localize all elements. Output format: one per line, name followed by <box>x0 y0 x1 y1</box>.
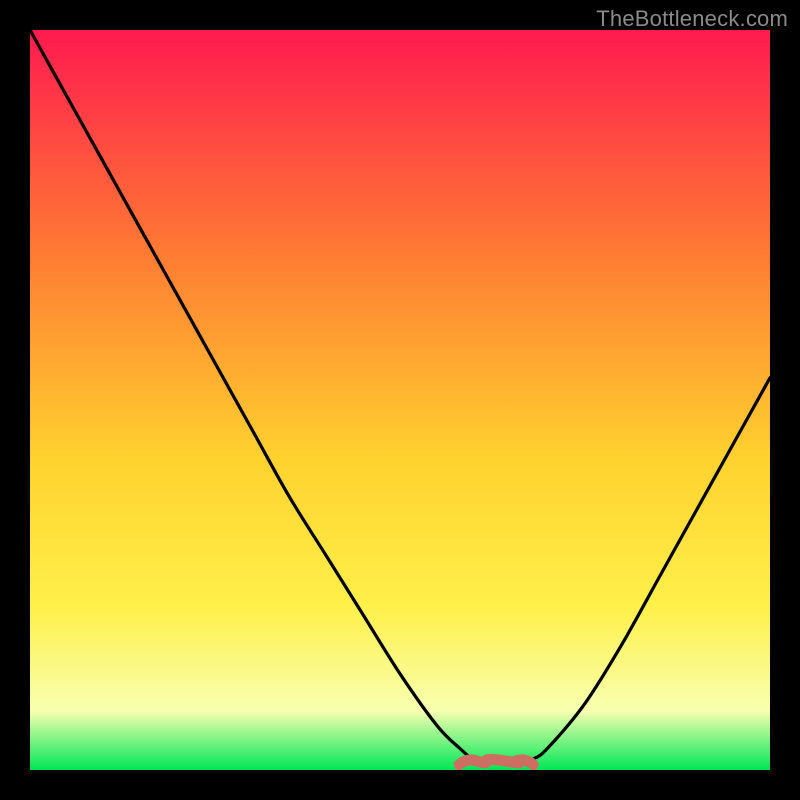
valley-marker <box>459 759 533 764</box>
chart-frame: TheBottleneck.com <box>0 0 800 800</box>
watermark-label: TheBottleneck.com <box>596 6 788 32</box>
bottleneck-chart <box>30 30 770 770</box>
gradient-background <box>30 30 770 770</box>
